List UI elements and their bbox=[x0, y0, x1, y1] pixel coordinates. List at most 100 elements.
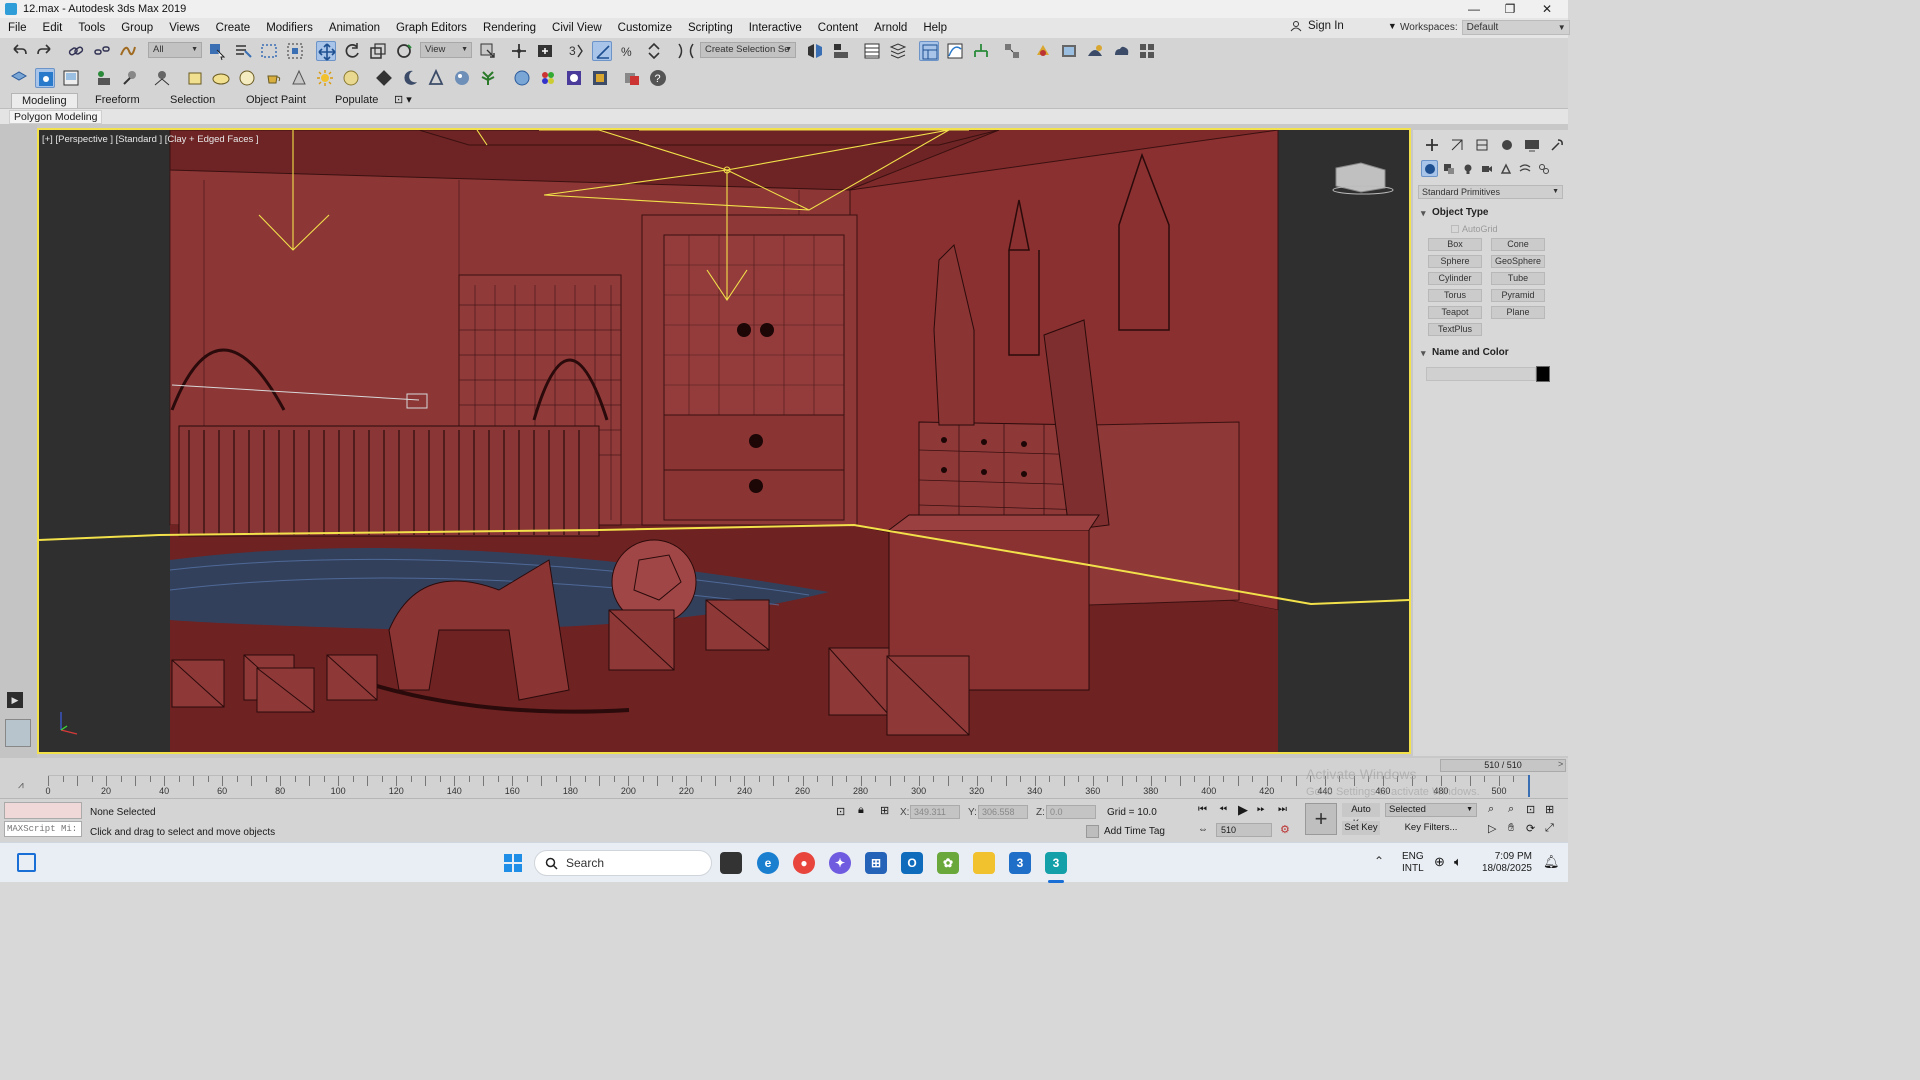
mini-curve-editor-icon[interactable]: ⩘ bbox=[18, 780, 24, 791]
plane-primitive-icon[interactable] bbox=[211, 68, 231, 88]
environment-sphere-icon[interactable] bbox=[512, 68, 532, 88]
motion-tab-icon[interactable] bbox=[1495, 134, 1518, 156]
link-icon[interactable] bbox=[66, 41, 86, 61]
curve-editor-icon[interactable] bbox=[945, 41, 965, 61]
bind-space-warp-icon[interactable] bbox=[118, 41, 138, 61]
keyboard-shortcut-override-icon[interactable] bbox=[535, 41, 555, 61]
sign-in-button[interactable]: Sign In ▼ bbox=[1290, 20, 1397, 32]
language-indicator[interactable]: ENG INTL bbox=[1402, 851, 1424, 875]
textplus-button[interactable]: TextPlus bbox=[1428, 323, 1482, 336]
set-key-button[interactable]: Set Key bbox=[1342, 821, 1380, 835]
object-color-swatch[interactable] bbox=[1536, 366, 1550, 382]
systems-category-icon[interactable] bbox=[1535, 160, 1552, 177]
perspective-viewport[interactable]: [+] [Perspective ] [Standard ] [Clay + E… bbox=[37, 128, 1411, 754]
render-setup-icon[interactable] bbox=[1033, 41, 1053, 61]
shapes-category-icon[interactable] bbox=[1440, 160, 1457, 177]
menu-help[interactable]: Help bbox=[915, 22, 955, 34]
lights-category-icon[interactable] bbox=[1459, 160, 1476, 177]
file-explorer-icon[interactable] bbox=[973, 852, 995, 874]
taskbar-search[interactable]: Search bbox=[534, 850, 712, 876]
torus-button[interactable]: Torus bbox=[1428, 289, 1482, 302]
material-editor-icon[interactable] bbox=[1002, 41, 1022, 61]
layer-explorer-icon[interactable] bbox=[888, 41, 908, 61]
render-in-cloud-icon[interactable] bbox=[1111, 41, 1131, 61]
sunlight-icon[interactable] bbox=[315, 68, 335, 88]
angle-snap-icon[interactable] bbox=[592, 41, 612, 61]
pyramid-button[interactable]: Pyramid bbox=[1491, 289, 1545, 302]
unlink-icon[interactable] bbox=[92, 41, 112, 61]
container-icon[interactable] bbox=[9, 68, 29, 88]
windows-start-icon[interactable] bbox=[502, 852, 524, 874]
menu-tools[interactable]: Tools bbox=[70, 22, 113, 34]
zoom-extents-all-icon[interactable]: ⊞ bbox=[1545, 803, 1554, 816]
menu-customize[interactable]: Customize bbox=[610, 22, 680, 34]
viewport-thumbnail[interactable] bbox=[5, 719, 31, 747]
isolate-selection-icon[interactable] bbox=[152, 68, 172, 88]
window-crossing-icon[interactable] bbox=[285, 41, 305, 61]
maxscript-listener[interactable] bbox=[4, 802, 82, 819]
lock-selection-icon[interactable]: 🔒︎ bbox=[858, 804, 864, 817]
auto-key-button[interactable]: Auto Key bbox=[1342, 803, 1380, 829]
schematic-view-icon[interactable] bbox=[971, 41, 991, 61]
select-and-scale-icon[interactable] bbox=[368, 41, 388, 61]
populate-icon[interactable] bbox=[94, 68, 114, 88]
photos-icon[interactable]: ✿ bbox=[937, 852, 959, 874]
menu-modifiers[interactable]: Modifiers bbox=[258, 22, 321, 34]
rectangular-selection-icon[interactable] bbox=[259, 41, 279, 61]
utilities-tab-icon[interactable] bbox=[1545, 134, 1568, 156]
notifications-icon[interactable]: 🔔︎ bbox=[1543, 854, 1560, 870]
named-selection-sets-dropdown[interactable]: Create Selection Se ▼ bbox=[700, 42, 796, 58]
select-by-name-icon[interactable] bbox=[233, 41, 253, 61]
viewport-layout-icon[interactable] bbox=[61, 68, 81, 88]
helpers-category-icon[interactable] bbox=[1497, 160, 1514, 177]
add-time-tag[interactable]: Add Time Tag bbox=[1086, 825, 1165, 838]
previous-frame-icon[interactable]: ⏪︎ bbox=[1219, 804, 1227, 815]
create-tab-icon[interactable] bbox=[1421, 134, 1444, 156]
space-warps-category-icon[interactable] bbox=[1516, 160, 1533, 177]
polygon-modeling-panel[interactable]: Polygon Modeling bbox=[9, 110, 103, 124]
select-object-icon[interactable] bbox=[207, 41, 227, 61]
teapot-primitive-icon[interactable] bbox=[263, 68, 283, 88]
batch-render-icon[interactable] bbox=[622, 68, 642, 88]
select-manipulate-icon[interactable] bbox=[509, 41, 529, 61]
menu-graph-editors[interactable]: Graph Editors bbox=[388, 22, 475, 34]
bone-system-icon[interactable] bbox=[426, 68, 446, 88]
menu-scripting[interactable]: Scripting bbox=[680, 22, 741, 34]
current-frame-field[interactable]: 510 bbox=[1216, 823, 1272, 837]
cone-primitive-icon[interactable] bbox=[289, 68, 309, 88]
menu-rendering[interactable]: Rendering bbox=[475, 22, 544, 34]
geosphere-button[interactable]: GeoSphere bbox=[1491, 255, 1545, 268]
edge-icon[interactable]: e bbox=[757, 852, 779, 874]
autogrid-checkbox[interactable]: AutoGrid bbox=[1451, 224, 1498, 234]
cone-button[interactable]: Cone bbox=[1491, 238, 1545, 251]
sphere-button[interactable]: Sphere bbox=[1428, 255, 1482, 268]
minimize-button[interactable]: — bbox=[1455, 0, 1493, 18]
edit-named-selection-icon[interactable] bbox=[676, 41, 696, 61]
go-to-start-icon[interactable]: ⏮ bbox=[1198, 804, 1207, 815]
time-slider[interactable]: 510 / 510 bbox=[1440, 759, 1566, 772]
zoom-icon[interactable]: ⌕ bbox=[1488, 803, 1494, 816]
play-viewport-icon[interactable]: ▶ bbox=[7, 692, 23, 708]
close-button[interactable]: ✕ bbox=[1528, 0, 1566, 18]
timeline-playhead[interactable] bbox=[1528, 775, 1530, 797]
percent-snap-icon[interactable]: % bbox=[618, 41, 638, 61]
zoom-extents-icon[interactable]: ⊡ bbox=[1526, 803, 1535, 816]
field-of-view-icon[interactable]: ▷ bbox=[1488, 822, 1496, 835]
zoom-all-icon[interactable]: ⌕ bbox=[1508, 803, 1514, 816]
box-button[interactable]: Box bbox=[1428, 238, 1482, 251]
particle-system-icon[interactable] bbox=[452, 68, 472, 88]
outlook-icon[interactable]: O bbox=[901, 852, 923, 874]
chrome-icon[interactable]: ● bbox=[793, 852, 815, 874]
system-clock[interactable]: 7:09 PM 18/08/2025 bbox=[1480, 851, 1532, 875]
viewport-label[interactable]: [+] [Perspective ] [Standard ] [Clay + E… bbox=[42, 134, 259, 145]
teapot-button[interactable]: Teapot bbox=[1428, 306, 1482, 319]
sphere-primitive-icon[interactable] bbox=[237, 68, 257, 88]
menu-interactive[interactable]: Interactive bbox=[741, 22, 810, 34]
task-view-icon[interactable] bbox=[17, 853, 36, 872]
box-primitive-icon[interactable] bbox=[185, 68, 205, 88]
app-3-icon[interactable]: 3 bbox=[1009, 852, 1031, 874]
time-configuration-icon[interactable]: ⚙︎ bbox=[1280, 823, 1290, 836]
render-production-icon[interactable] bbox=[1085, 41, 1105, 61]
color-clipboard-icon[interactable] bbox=[538, 68, 558, 88]
maximize-button[interactable]: ❐ bbox=[1491, 0, 1529, 18]
